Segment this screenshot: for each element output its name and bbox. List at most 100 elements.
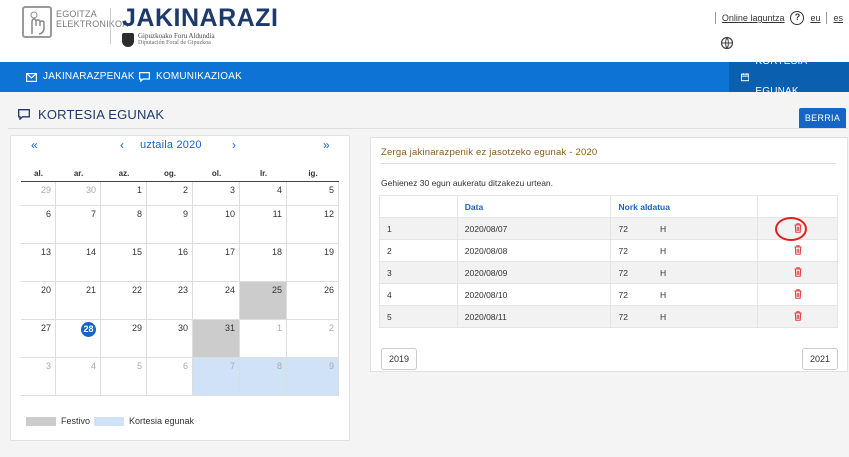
- calendar-day-cell[interactable]: 22: [101, 282, 147, 320]
- calendar-day-number: 21: [85, 285, 96, 295]
- link-divider: [826, 12, 828, 24]
- calendar-day-cell[interactable]: 1: [101, 182, 147, 206]
- lang-eu-link[interactable]: eu: [810, 13, 820, 23]
- calendar-day-cell[interactable]: 18: [240, 244, 287, 282]
- calendar-day-cell[interactable]: 8: [101, 206, 147, 244]
- logo-text-2: ELEKTRONIKOA: [56, 19, 129, 29]
- calendar-day-number: 11: [272, 209, 282, 219]
- today-marker: 28: [81, 322, 96, 337]
- calendar-icon: [741, 73, 750, 82]
- row-number: 2: [379, 239, 458, 262]
- legend-kortesia-swatch: [94, 416, 125, 426]
- highlight-circle: [775, 217, 808, 241]
- calendar-day-number: 3: [229, 185, 235, 195]
- calendar-day-cell[interactable]: 20: [21, 282, 56, 320]
- calendar-day-cell[interactable]: 30: [147, 320, 193, 358]
- next-year-2021-button[interactable]: 2021: [801, 348, 838, 370]
- page-title: KORTESIA EGUNAK: [18, 107, 164, 122]
- help-icon[interactable]: ?: [790, 11, 805, 25]
- calendar-day-cell[interactable]: 8: [240, 358, 287, 396]
- main-navbar: JAKINARAZPENAK KOMUNIKAZIOAK KORTESIA EG…: [0, 56, 849, 97]
- row-number: 1: [379, 217, 458, 240]
- next-month-button[interactable]: ›: [232, 138, 236, 152]
- calendar-day-number: 13: [40, 247, 51, 257]
- calendar-day-cell[interactable]: 7: [56, 206, 101, 244]
- calendar-day-cell[interactable]: 29: [21, 182, 56, 206]
- calendar-day-number: 6: [182, 361, 188, 371]
- calendar-day-cell[interactable]: 15: [101, 244, 147, 282]
- calendar-day-cell[interactable]: 14: [56, 244, 101, 282]
- modified-by-id: 72: [618, 245, 628, 256]
- brand-title[interactable]: JAKINARAZI: [122, 4, 278, 33]
- panel-divider: [381, 163, 836, 164]
- trash-icon[interactable]: [794, 288, 802, 301]
- new-button[interactable]: BERRIA: [799, 108, 846, 129]
- modified-by-id: 72: [618, 267, 628, 278]
- calendar-day-cell[interactable]: 4: [240, 182, 287, 206]
- calendar-day-number: 3: [45, 361, 51, 371]
- weekday-header: az.: [118, 169, 130, 178]
- calendar-day-cell[interactable]: 30: [56, 182, 101, 206]
- calendar-day-cell[interactable]: 5: [101, 358, 147, 396]
- calendar-day-cell[interactable]: 7: [193, 358, 240, 396]
- calendar-day-cell[interactable]: 28: [56, 320, 101, 358]
- calendar-day-cell[interactable]: 31: [193, 320, 240, 358]
- top-links: Online laguntza ? eu es: [714, 10, 843, 26]
- online-help-link[interactable]: Online laguntza: [722, 13, 785, 23]
- calendar-day-cell[interactable]: 26: [287, 282, 339, 320]
- calendar-day-number: 29: [131, 323, 142, 333]
- calendar-day-cell[interactable]: 4: [56, 358, 101, 396]
- calendar-day-cell[interactable]: 9: [287, 358, 339, 396]
- weekday-header: ol.: [211, 169, 222, 178]
- calendar-day-cell[interactable]: 2: [147, 182, 193, 206]
- calendar-day-cell[interactable]: 19: [287, 244, 339, 282]
- prev-year-2019-button[interactable]: 2019: [381, 348, 418, 370]
- trash-icon[interactable]: [794, 244, 802, 257]
- calendar-day-cell[interactable]: 6: [21, 206, 56, 244]
- calendar-day-cell[interactable]: 21: [56, 282, 101, 320]
- nav-kortesia-egunak[interactable]: KORTESIA EGUNAK: [729, 56, 849, 97]
- calendar-day-number: 18: [271, 247, 282, 257]
- calendar-day-cell[interactable]: 2: [287, 320, 339, 358]
- row-number: 3: [379, 261, 458, 284]
- row-modified-by: 72 H: [610, 239, 759, 262]
- calendar-day-number: 22: [131, 285, 142, 295]
- row-number: 5: [379, 305, 458, 328]
- calendar-day-cell[interactable]: 3: [21, 358, 56, 396]
- accessibility-globe-icon[interactable]: [720, 36, 734, 55]
- calendar-day-cell[interactable]: 12: [287, 206, 339, 244]
- calendar-day-cell[interactable]: 3: [193, 182, 240, 206]
- calendar-day-number: 19: [323, 247, 334, 257]
- nav-jakinarazpenak[interactable]: JAKINARAZPENAK: [26, 62, 135, 92]
- calendar-day-cell[interactable]: 24: [193, 282, 240, 320]
- calendar-day-cell[interactable]: 13: [21, 244, 56, 282]
- calendar-day-cell[interactable]: 25: [240, 282, 287, 320]
- trash-icon[interactable]: [794, 266, 802, 279]
- table-row: 2 2020/08/08 72 H: [379, 239, 838, 262]
- calendar-day-cell[interactable]: 10: [193, 206, 240, 244]
- nav-jakinarazpenak-label: JAKINARAZPENAK: [43, 71, 135, 82]
- next-year-button[interactable]: »: [323, 138, 330, 152]
- lang-es-link[interactable]: es: [833, 13, 843, 23]
- trash-icon[interactable]: [794, 310, 802, 323]
- calendar-day-cell[interactable]: 27: [21, 320, 56, 358]
- calendar-day-cell[interactable]: 9: [147, 206, 193, 244]
- egoitza-logo[interactable]: EGOITZA ELEKTRONIKOA: [22, 6, 128, 40]
- table-row: 4 2020/08/10 72 H: [379, 283, 838, 306]
- prev-year-button[interactable]: «: [31, 138, 38, 152]
- calendar-day-cell[interactable]: 23: [147, 282, 193, 320]
- envelope-icon: [26, 72, 37, 82]
- calendar-day-cell[interactable]: 1: [240, 320, 287, 358]
- calendar-day-number: 30: [85, 185, 96, 195]
- calendar-day-cell[interactable]: 17: [193, 244, 240, 282]
- calendar-day-cell[interactable]: 5: [287, 182, 339, 206]
- calendar-day-cell[interactable]: 16: [147, 244, 193, 282]
- weekday-header: ar.: [73, 169, 84, 178]
- prev-month-button[interactable]: ‹: [120, 138, 124, 152]
- nav-komunikazioak[interactable]: KOMUNIKAZIOAK: [139, 62, 242, 92]
- calendar-day-cell[interactable]: 29: [101, 320, 147, 358]
- row-actions: [757, 261, 838, 284]
- row-actions: [757, 305, 838, 328]
- calendar-day-cell[interactable]: 6: [147, 358, 193, 396]
- calendar-day-cell[interactable]: 11: [240, 206, 287, 244]
